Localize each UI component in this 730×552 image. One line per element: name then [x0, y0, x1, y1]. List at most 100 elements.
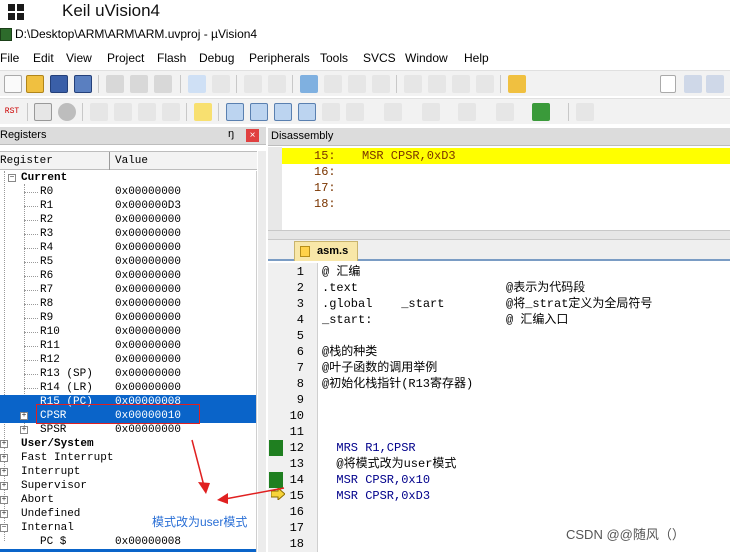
menu-help[interactable]: Help: [464, 51, 489, 65]
register-row[interactable]: R0 0x00000000: [0, 185, 256, 199]
register-row[interactable]: R3 0x00000000: [0, 227, 256, 241]
register-group-abort[interactable]: + Abort: [0, 493, 256, 507]
stop-icon[interactable]: [58, 103, 76, 121]
next-bookmark-icon[interactable]: [348, 75, 366, 93]
nav-forward-icon[interactable]: [268, 75, 286, 93]
disassembly-line[interactable]: 16:: [282, 164, 730, 180]
pin-icon[interactable]: ŋ: [228, 128, 234, 140]
register-row[interactable]: R14 (LR) 0x00000000: [0, 381, 256, 395]
system-viewer-icon[interactable]: [532, 103, 550, 121]
step-out-icon[interactable]: [138, 103, 156, 121]
code-line-current[interactable]: 15 MSR CPSR,0xD3: [268, 488, 730, 504]
serial-window-icon[interactable]: [422, 103, 440, 121]
code-line[interactable]: 13 @将模式改为user模式: [268, 456, 730, 472]
register-row[interactable]: R10 0x00000000: [0, 325, 256, 339]
step-into-icon[interactable]: [90, 103, 108, 121]
code-line[interactable]: 3 .global _start @将_strat定义为全局符号: [268, 296, 730, 312]
search-icon[interactable]: [684, 75, 702, 93]
save-all-icon[interactable]: [74, 75, 92, 93]
indent-icon[interactable]: [404, 75, 422, 93]
watch-window-icon[interactable]: [346, 103, 364, 121]
code-line[interactable]: 10: [268, 408, 730, 424]
code-line[interactable]: 8 @初始化栈指针(R13寄存器): [268, 376, 730, 392]
code-line[interactable]: 1 @ 汇编: [268, 264, 730, 280]
menu-edit[interactable]: Edit: [33, 51, 54, 65]
open-folder-icon[interactable]: [26, 75, 44, 93]
bookmark-icon[interactable]: [300, 75, 318, 93]
code-line[interactable]: 11: [268, 424, 730, 440]
column-register[interactable]: Register: [0, 155, 53, 167]
register-row[interactable]: R5 0x00000000: [0, 255, 256, 269]
disassembly-line-current[interactable]: 15: MSR CPSR,0xD3: [282, 148, 730, 164]
menu-svcs[interactable]: SVCS: [363, 51, 396, 65]
uncomment-icon[interactable]: [476, 75, 494, 93]
reset-cpu-button[interactable]: RST: [2, 103, 22, 121]
menu-flash[interactable]: Flash: [157, 51, 186, 65]
undo-icon[interactable]: [188, 75, 206, 93]
command-window-icon[interactable]: [226, 103, 244, 121]
register-group-irq[interactable]: + Interrupt: [0, 465, 256, 479]
register-group-current[interactable]: − Current: [0, 171, 256, 185]
register-row[interactable]: R4 0x00000000: [0, 241, 256, 255]
disassembly-line[interactable]: 18:: [282, 196, 730, 212]
symbols-window-icon[interactable]: [274, 103, 292, 121]
register-row[interactable]: R7 0x00000000: [0, 283, 256, 297]
copy-icon[interactable]: [130, 75, 148, 93]
disassembly-window-icon[interactable]: [250, 103, 268, 121]
register-row-spsr[interactable]: + SPSR 0x00000000: [0, 423, 256, 437]
register-row[interactable]: R2 0x00000000: [0, 213, 256, 227]
column-value[interactable]: Value: [115, 155, 148, 167]
find-in-files-icon[interactable]: [508, 75, 526, 93]
register-row[interactable]: R13 (SP) 0x00000000: [0, 367, 256, 381]
dropdown-chevron-icon[interactable]: [660, 75, 676, 93]
register-group-user-system[interactable]: + User/System: [0, 437, 256, 451]
save-icon[interactable]: [50, 75, 68, 93]
memory-window-icon[interactable]: [384, 103, 402, 121]
run-icon[interactable]: [34, 103, 52, 121]
register-row[interactable]: R8 0x00000000: [0, 297, 256, 311]
menu-debug[interactable]: Debug: [199, 51, 234, 65]
menu-project[interactable]: Project: [107, 51, 144, 65]
redo-icon[interactable]: [212, 75, 230, 93]
menu-tools[interactable]: Tools: [320, 51, 348, 65]
trace-window-icon[interactable]: [496, 103, 514, 121]
code-line[interactable]: 7 @叶子函数的调用举例: [268, 360, 730, 376]
code-line[interactable]: 2 .text @表示为代码段: [268, 280, 730, 296]
menu-peripherals[interactable]: Peripherals: [249, 51, 310, 65]
code-line[interactable]: 6 @栈的种类: [268, 344, 730, 360]
register-group-supervisor[interactable]: + Supervisor: [0, 479, 256, 493]
register-group-fiq[interactable]: + Fast Interrupt: [0, 451, 256, 465]
cut-icon[interactable]: [106, 75, 124, 93]
toolbox-icon[interactable]: [576, 103, 594, 121]
paste-icon[interactable]: [154, 75, 172, 93]
code-line-executed[interactable]: 12 MRS R1,CPSR: [268, 440, 730, 456]
show-next-statement-icon[interactable]: [194, 103, 212, 121]
clear-bookmarks-icon[interactable]: [372, 75, 390, 93]
find-icon[interactable]: [706, 75, 724, 93]
register-row[interactable]: R1 0x000000D3: [0, 199, 256, 213]
new-file-icon[interactable]: [4, 75, 22, 93]
code-line[interactable]: 4 _start: @ 汇编入口: [268, 312, 730, 328]
code-line[interactable]: 5: [268, 328, 730, 344]
register-row[interactable]: R12 0x00000000: [0, 353, 256, 367]
menu-view[interactable]: View: [66, 51, 92, 65]
disassembly-line[interactable]: 17:: [282, 180, 730, 196]
analysis-window-icon[interactable]: [458, 103, 476, 121]
registers-scrollbar[interactable]: [258, 151, 266, 552]
tab-asm-s[interactable]: asm.s: [294, 241, 358, 261]
register-row[interactable]: R6 0x00000000: [0, 269, 256, 283]
register-row[interactable]: R9 0x00000000: [0, 311, 256, 325]
code-line[interactable]: 16: [268, 504, 730, 520]
pane-splitter[interactable]: [268, 230, 730, 240]
register-row[interactable]: R11 0x00000000: [0, 339, 256, 353]
step-over-icon[interactable]: [114, 103, 132, 121]
code-line-executed[interactable]: 14 MSR CPSR,0x10: [268, 472, 730, 488]
register-row-internal-pc[interactable]: PC $0x00000008: [0, 535, 256, 549]
nav-back-icon[interactable]: [244, 75, 262, 93]
call-stack-icon[interactable]: [322, 103, 340, 121]
comment-icon[interactable]: [452, 75, 470, 93]
code-line[interactable]: 9: [268, 392, 730, 408]
registers-window-icon[interactable]: [298, 103, 316, 121]
run-to-cursor-icon[interactable]: [162, 103, 180, 121]
close-icon[interactable]: ×: [246, 129, 259, 142]
